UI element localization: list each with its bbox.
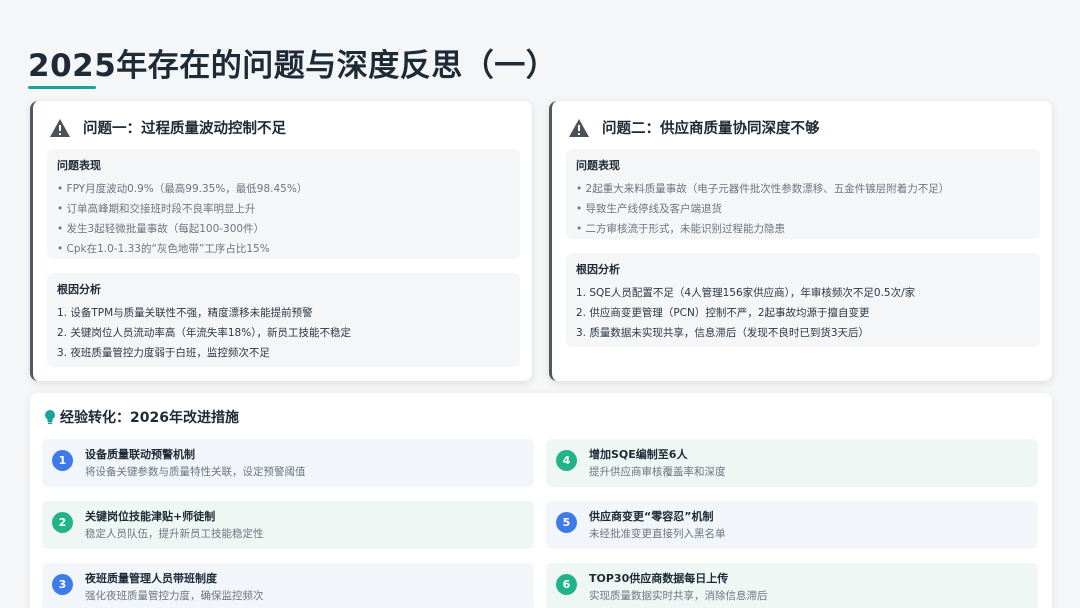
- symptoms-heading: 问题表现: [57, 159, 101, 172]
- number-badge: 3: [52, 574, 73, 595]
- title-underline: [28, 86, 96, 89]
- list-item: 1. 设备TPM与质量关联性不强，精度漂移未能提前预警: [57, 307, 313, 319]
- measure-desc: 稳定人员队伍，提升新员工技能稳定性: [85, 528, 264, 540]
- list-item: • 2起重大来料质量事故（电子元器件批次性参数漂移、五金件镀层附着力不足）: [576, 183, 950, 195]
- causes-heading: 根因分析: [576, 263, 620, 276]
- problem-card-header: 问题一：过程质量波动控制不足: [49, 117, 286, 138]
- measure-title: 供应商变更“零容忍”机制: [589, 510, 714, 523]
- measure-desc: 将设备关键参数与质量特性关联，设定预警阈值: [85, 466, 306, 478]
- list-item: • 发生3起轻微批量事故（每起100-300件）: [57, 223, 265, 235]
- problem-title: 问题二：供应商质量协同深度不够: [602, 121, 820, 137]
- measure-item-1: 1 设备质量联动预警机制 将设备关键参数与质量特性关联，设定预警阈值: [42, 439, 534, 487]
- measure-item-6: 6 TOP30供应商数据每日上传 实现质量数据实时共享，消除信息滞后: [546, 563, 1038, 608]
- measure-title: TOP30供应商数据每日上传: [589, 572, 729, 585]
- warning-icon: [569, 118, 589, 137]
- measure-item-5: 5 供应商变更“零容忍”机制 未经批准变更直接列入黑名单: [546, 501, 1038, 549]
- measure-item-3: 3 夜班质量管理人员带班制度 强化夜班质量管控力度，确保监控频次: [42, 563, 534, 608]
- list-item: • 二方审核流于形式，未能识别过程能力隐患: [576, 223, 786, 235]
- symptoms-heading: 问题表现: [576, 159, 620, 172]
- list-item: • Cpk在1.0-1.33的“灰色地带”工序占比15%: [57, 243, 270, 255]
- number-badge: 5: [556, 512, 577, 533]
- problem-card-1: 问题一：过程质量波动控制不足 问题表现 • FPY月度波动0.9%（最高99.3…: [30, 101, 532, 381]
- list-item: 2. 关键岗位人员流动率高（年流失率18%），新员工技能不稳定: [57, 327, 351, 339]
- measure-desc: 强化夜班质量管控力度，确保监控频次: [85, 590, 264, 602]
- page-title: 2025年存在的问题与深度反思（一）: [28, 48, 558, 84]
- list-item: 3. 质量数据未实现共享，信息滞后（发现不良时已到货3天后）: [576, 327, 870, 339]
- measure-title: 增加SQE编制至6人: [589, 448, 688, 461]
- measure-title: 设备质量联动预警机制: [85, 448, 195, 461]
- problem-card-2: 问题二：供应商质量协同深度不够 问题表现 • 2起重大来料质量事故（电子元器件批…: [549, 101, 1052, 381]
- list-item: • 导致生产线停线及客户端退货: [576, 203, 723, 215]
- causes-list: 1. 设备TPM与质量关联性不强，精度漂移未能提前预警 2. 关键岗位人员流动率…: [57, 303, 510, 363]
- causes-list: 1. SQE人员配置不足（4人管理156家供应商），年审核频次不足0.5次/家 …: [576, 283, 1030, 343]
- causes-section: 根因分析 1. SQE人员配置不足（4人管理156家供应商），年审核频次不足0.…: [566, 253, 1040, 347]
- list-item: 1. SQE人员配置不足（4人管理156家供应商），年审核频次不足0.5次/家: [576, 287, 916, 299]
- list-item: • 订单高峰期和交接班时段不良率明显上升: [57, 203, 256, 215]
- symptoms-list: • FPY月度波动0.9%（最高99.35%，最低98.45%） • 订单高峰期…: [57, 179, 510, 259]
- lightbulb-icon: [45, 410, 55, 424]
- improvements-panel: 经验转化：2026年改进措施 1 设备质量联动预警机制 将设备关键参数与质量特性…: [30, 393, 1052, 608]
- measure-title: 关键岗位技能津贴+师徒制: [85, 510, 216, 523]
- list-item: • FPY月度波动0.9%（最高99.35%，最低98.45%）: [57, 183, 308, 195]
- list-item: 2. 供应商变更管理（PCN）控制不严，2起事故均源于擅自变更: [576, 307, 870, 319]
- causes-section: 根因分析 1. 设备TPM与质量关联性不强，精度漂移未能提前预警 2. 关键岗位…: [47, 273, 520, 367]
- measure-desc: 提升供应商审核覆盖率和深度: [589, 466, 726, 478]
- number-badge: 2: [52, 512, 73, 533]
- number-badge: 1: [52, 450, 73, 471]
- symptoms-section: 问题表现 • 2起重大来料质量事故（电子元器件批次性参数漂移、五金件镀层附着力不…: [566, 149, 1040, 239]
- measure-desc: 实现质量数据实时共享，消除信息滞后: [589, 590, 768, 602]
- measure-item-4: 4 增加SQE编制至6人 提升供应商审核覆盖率和深度: [546, 439, 1038, 487]
- number-badge: 4: [556, 450, 577, 471]
- measure-title: 夜班质量管理人员带班制度: [85, 572, 217, 585]
- symptoms-list: • 2起重大来料质量事故（电子元器件批次性参数漂移、五金件镀层附着力不足） • …: [576, 179, 1030, 239]
- measure-item-2: 2 关键岗位技能津贴+师徒制 稳定人员队伍，提升新员工技能稳定性: [42, 501, 534, 549]
- number-badge: 6: [556, 574, 577, 595]
- improvements-title: 经验转化：2026年改进措施: [60, 410, 239, 426]
- warning-icon: [50, 118, 70, 137]
- list-item: 3. 夜班质量管控力度弱于白班，监控频次不足: [57, 347, 270, 359]
- symptoms-section: 问题表现 • FPY月度波动0.9%（最高99.35%，最低98.45%） • …: [47, 149, 520, 259]
- problem-title: 问题一：过程质量波动控制不足: [83, 121, 286, 137]
- measure-desc: 未经批准变更直接列入黑名单: [589, 528, 726, 540]
- causes-heading: 根因分析: [57, 283, 101, 296]
- improvements-header: 经验转化：2026年改进措施: [44, 407, 239, 427]
- problem-card-header: 问题二：供应商质量协同深度不够: [568, 117, 820, 138]
